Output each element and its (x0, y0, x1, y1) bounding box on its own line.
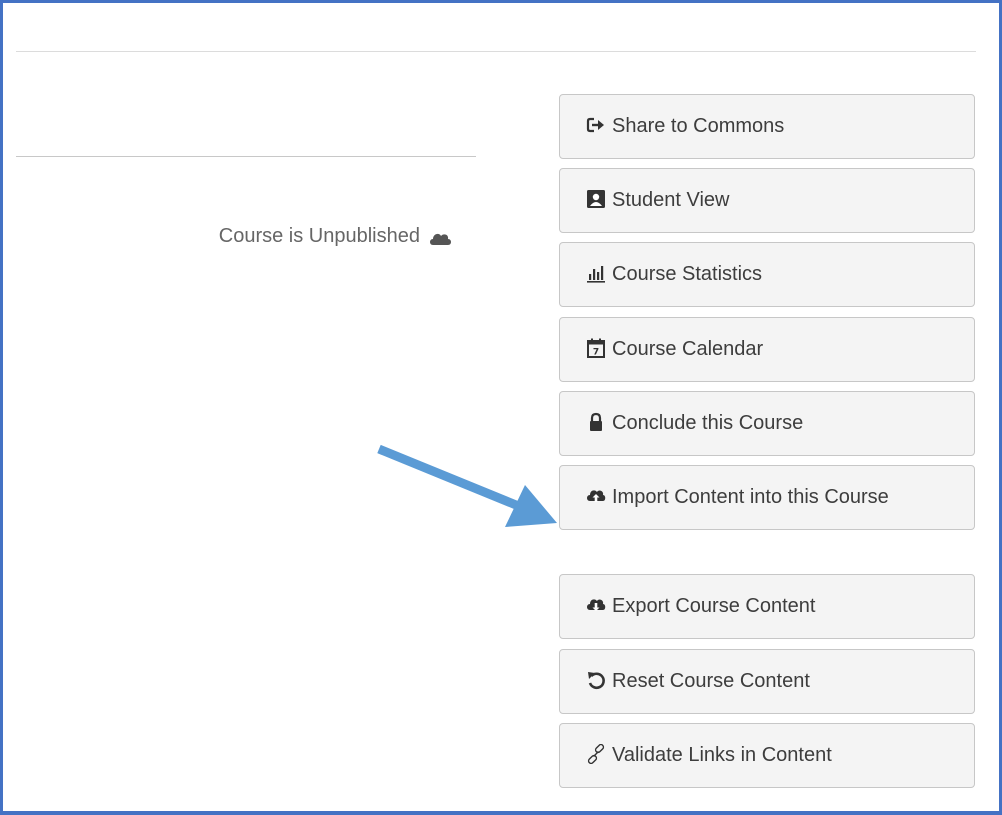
cloud-icon (428, 229, 452, 245)
import-content-label: Import Content into this Course (612, 486, 889, 508)
course-calendar-button[interactable]: 7 Course Calendar (559, 317, 975, 382)
conclude-course-label: Conclude this Course (612, 412, 804, 434)
cloud-upload-icon (586, 486, 606, 506)
cloud-download-icon (586, 595, 606, 615)
course-statistics-label: Course Statistics (612, 263, 763, 285)
share-to-commons-label: Share to Commons (612, 115, 785, 137)
calendar-icon: 7 (586, 338, 606, 358)
reset-content-label: Reset Course Content (612, 670, 810, 692)
validate-links-button[interactable]: Validate Links in Content (559, 723, 975, 788)
publish-status: Course is Unpublished (219, 225, 452, 248)
header-divider (16, 51, 976, 52)
content-divider (16, 156, 476, 157)
share-to-commons-button[interactable]: Share to Commons (559, 94, 975, 159)
course-statistics-button[interactable]: Course Statistics (559, 242, 975, 307)
validate-links-label: Validate Links in Content (612, 744, 832, 766)
import-content-button[interactable]: Import Content into this Course (559, 465, 975, 530)
share-arrow-icon (586, 115, 606, 135)
screenshot-frame: Course is Unpublished Share to Commons S… (0, 0, 1002, 815)
lock-icon (586, 412, 606, 432)
link-icon (586, 744, 606, 764)
export-content-button[interactable]: Export Course Content (559, 574, 975, 639)
annotation-arrow-icon (377, 444, 557, 527)
export-content-label: Export Course Content (612, 595, 816, 617)
svg-text:7: 7 (593, 348, 599, 358)
student-view-label: Student View (612, 189, 730, 211)
student-view-icon (586, 189, 606, 209)
bar-chart-icon (586, 263, 606, 283)
publish-status-text: Course is Unpublished (218, 225, 420, 247)
reset-content-button[interactable]: Reset Course Content (559, 649, 975, 714)
conclude-course-button[interactable]: Conclude this Course (559, 391, 975, 456)
course-calendar-label: Course Calendar (612, 338, 764, 360)
reset-icon (586, 670, 606, 690)
student-view-button[interactable]: Student View (559, 168, 975, 233)
